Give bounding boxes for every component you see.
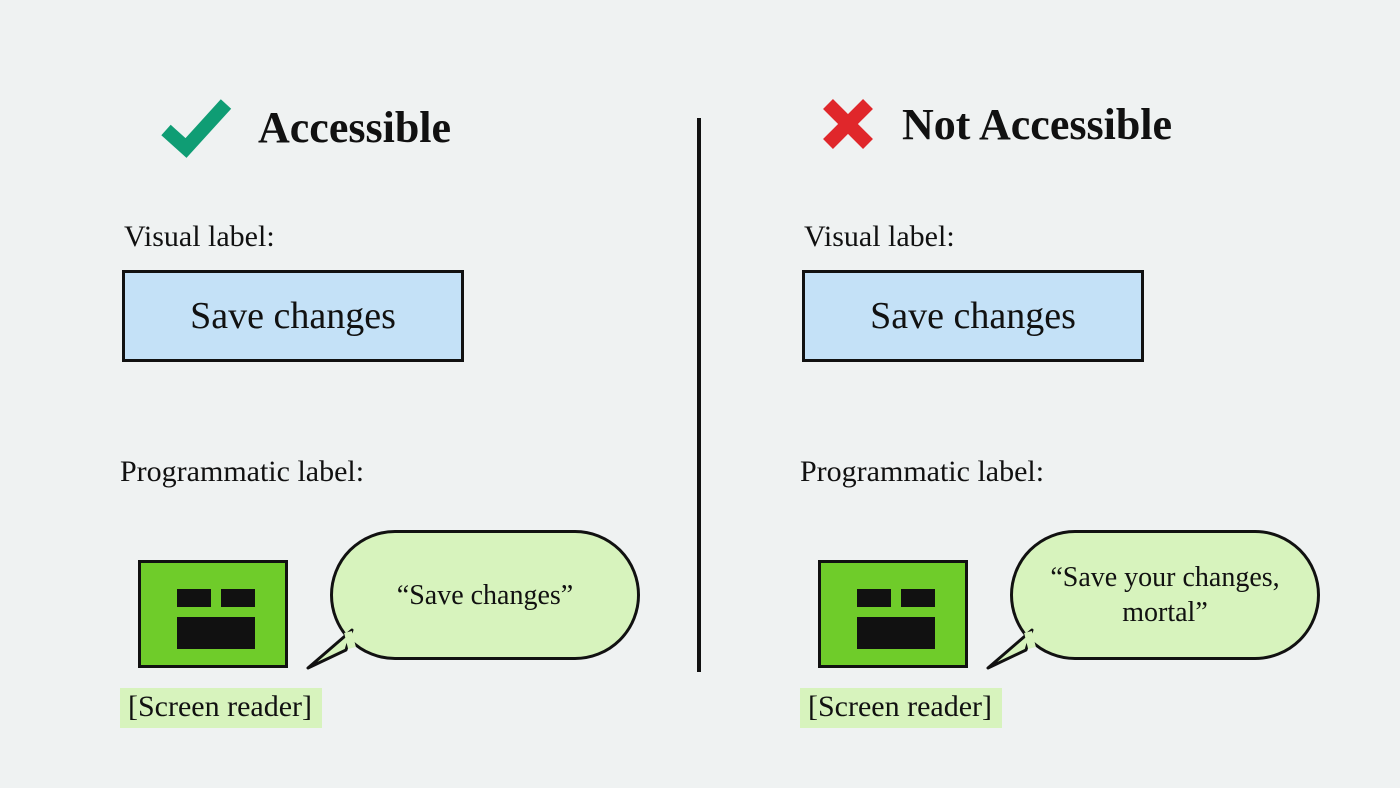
screen-reader-icon	[138, 560, 288, 668]
speech-bubble-tail-icon	[306, 630, 356, 670]
not-accessible-heading: Not Accessible	[902, 99, 1172, 150]
screen-reader-tag: [Screen reader]	[120, 688, 322, 728]
speech-bubble: “Save changes”	[300, 530, 640, 680]
speech-bubble-tail-icon	[986, 630, 1036, 670]
save-changes-button-label: Save changes	[870, 294, 1076, 338]
save-changes-button-label: Save changes	[190, 294, 396, 338]
save-changes-button[interactable]: Save changes	[802, 270, 1144, 362]
visual-label-caption: Visual label:	[124, 220, 275, 254]
checkmark-icon	[160, 96, 232, 158]
programmatic-label-caption: Programmatic label:	[800, 455, 1044, 489]
vertical-divider	[697, 118, 701, 672]
speech-bubble: “Save your changes, mortal”	[980, 530, 1320, 680]
programmatic-label-caption: Programmatic label:	[120, 455, 364, 489]
screen-reader-icon	[818, 560, 968, 668]
accessible-heading: Accessible	[258, 102, 451, 153]
accessible-heading-row: Accessible	[160, 96, 451, 158]
save-changes-button[interactable]: Save changes	[122, 270, 464, 362]
visual-label-caption: Visual label:	[804, 220, 955, 254]
speech-text: “Save changes”	[397, 578, 573, 613]
speech-text: “Save your changes, mortal”	[1039, 560, 1291, 630]
screen-reader-tag: [Screen reader]	[800, 688, 1002, 728]
not-accessible-heading-row: Not Accessible	[820, 96, 1172, 152]
cross-icon	[820, 96, 876, 152]
